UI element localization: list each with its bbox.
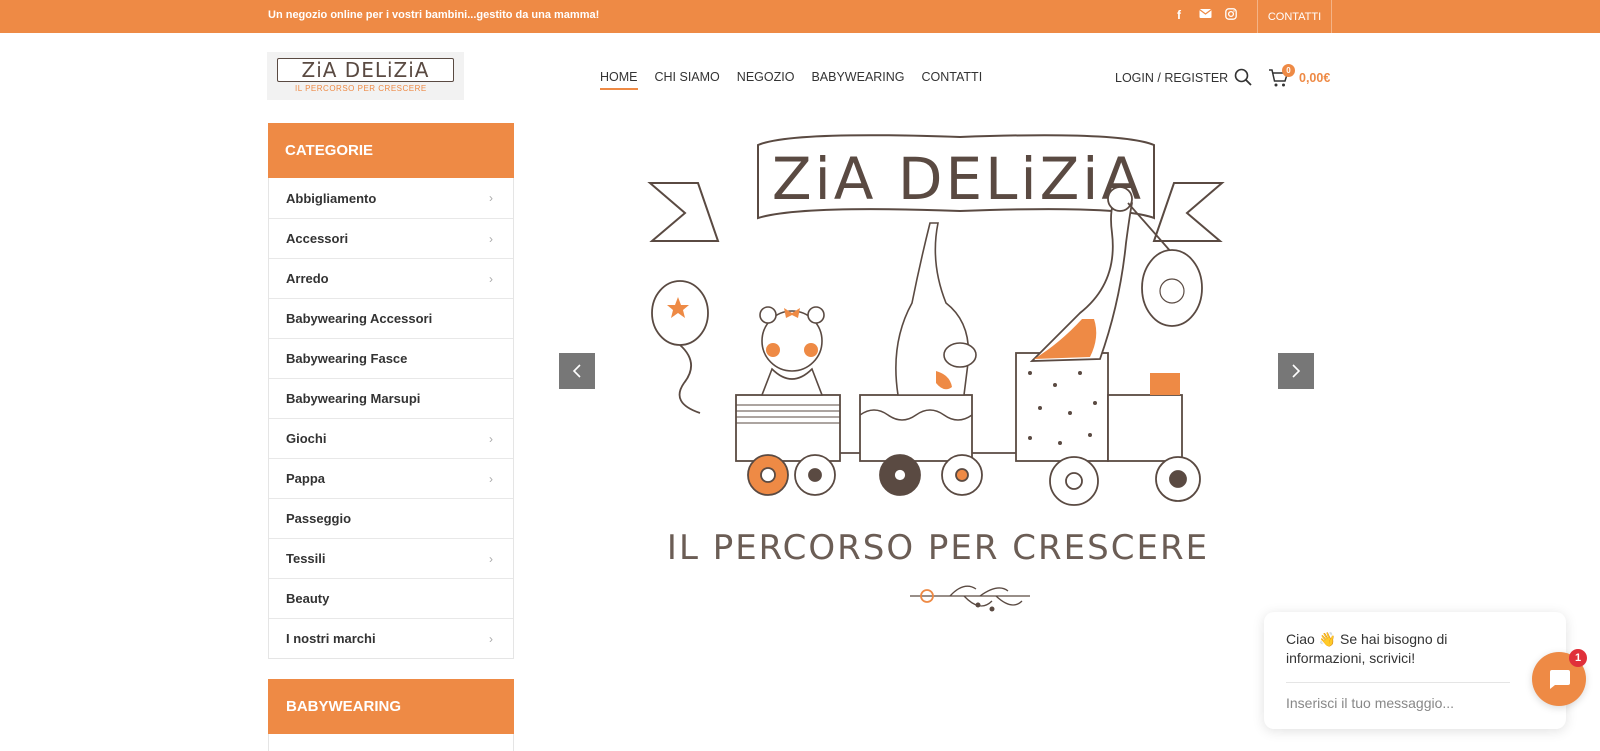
category-label: Babywearing Accessori <box>286 311 433 326</box>
category-label: Abbigliamento <box>286 190 377 206</box>
search-icon[interactable] <box>1234 68 1252 86</box>
logo-subtext: IL PERCORSO PER CRESCERE <box>295 84 427 93</box>
category-label: Tessili <box>286 551 326 566</box>
chat-message-input[interactable]: Inserisci il tuo messaggio... <box>1286 695 1454 711</box>
nav-negozio[interactable]: NEGOZIO <box>737 70 795 90</box>
nav-chi-siamo[interactable]: CHI SIAMO <box>655 70 720 90</box>
chevron-right-icon: › <box>489 191 493 205</box>
nav-home[interactable]: HOME <box>600 70 638 90</box>
facebook-icon[interactable]: f <box>1172 8 1186 23</box>
chat-popup: Ciao 👋 Se hai bisogno di informazioni, s… <box>1264 612 1566 729</box>
category-babywearing-accessori[interactable]: Babywearing Accessori <box>269 298 513 338</box>
categories-sidebar: CATEGORIE Abbigliamento › Accessori › Arre… <box>268 123 514 659</box>
category-arredo[interactable]: Arredo › <box>269 258 513 298</box>
topbar-tagline: Un negozio online per i vostri bambini..… <box>268 9 600 21</box>
category-abbigliamento[interactable]: Abbigliamento › <box>269 178 513 218</box>
slider-prev-button[interactable] <box>559 353 595 389</box>
category-giochi[interactable]: Giochi › <box>269 418 513 458</box>
banner-title: ZiA DELiZiA <box>772 145 1144 213</box>
rabbit <box>895 222 977 396</box>
category-babywearing-marsupi[interactable]: Babywearing Marsupi <box>269 378 513 418</box>
chat-bubble-icon <box>1550 670 1570 689</box>
cart-count-badge: 0 <box>1282 64 1295 77</box>
nav-contatti[interactable]: CONTATTI <box>922 70 983 90</box>
category-label: Pappa <box>286 471 326 486</box>
cart-total[interactable]: 0,00€ <box>1299 71 1330 85</box>
balloon <box>651 280 709 414</box>
category-label: Giochi <box>286 431 327 446</box>
category-passeggio[interactable]: Passeggio <box>269 498 513 538</box>
category-label: Beauty <box>286 591 330 606</box>
topbar-contact-link[interactable]: CONTATTI <box>1257 0 1332 33</box>
login-register-link[interactable]: LOGIN / REGISTER <box>1115 71 1228 85</box>
category-accessori[interactable]: Accessori › <box>269 218 513 258</box>
chat-greeting: Ciao 👋 Se hai bisogno di informazioni, s… <box>1286 631 1448 666</box>
category-label: Arredo <box>286 271 329 286</box>
hero-tagline: IL PERCORSO PER CRESCERE <box>667 528 1209 568</box>
top-bar: Un negozio online per i vostri bambini..… <box>0 0 1600 33</box>
chat-divider <box>1286 682 1510 683</box>
category-label: Passeggio <box>286 511 352 526</box>
babywearing-widget-title: BABYWEARING <box>268 679 514 734</box>
main-nav: HOME CHI SIAMO NEGOZIO BABYWEARING CONTA… <box>600 70 982 90</box>
categories-title: CATEGORIE <box>268 123 514 178</box>
babywearing-widget-body <box>268 734 514 751</box>
chevron-left-icon <box>572 364 581 378</box>
chevron-right-icon: › <box>489 631 493 646</box>
social-icons: f <box>1172 8 1238 23</box>
chevron-right-icon <box>1292 364 1301 378</box>
category-label: Accessori <box>286 231 349 246</box>
chevron-right-icon: › <box>489 431 493 446</box>
category-label: I nostri marchi <box>286 631 376 646</box>
category-label: Babywearing Marsupi <box>286 391 421 406</box>
chevron-right-icon: › <box>489 271 493 286</box>
category-tessili[interactable]: Tessili › <box>269 538 513 578</box>
logo-banner: ZiA DELiZiA <box>277 58 454 82</box>
wheels <box>747 454 1201 506</box>
categories-list: Abbigliamento › Accessori › Arredo › Babywe… <box>268 178 514 659</box>
nav-babywearing[interactable]: BABYWEARING <box>811 70 904 90</box>
slider-next-button[interactable] <box>1278 353 1314 389</box>
chevron-right-icon: › <box>489 551 493 566</box>
hero-illustration: ZiA DELiZiA IL PERCORSO PER CRESCERE <box>647 134 1225 612</box>
category-babywearing-fasce[interactable]: Babywearing Fasce <box>269 338 513 378</box>
category-pappa[interactable]: Pappa › <box>269 458 513 498</box>
chevron-right-icon: › <box>489 231 493 246</box>
site-logo[interactable]: ZiA DELiZiA IL PERCORSO PER CRESCERE <box>267 52 464 100</box>
chevron-right-icon: › <box>489 471 493 486</box>
chat-unread-badge: 1 <box>1569 649 1587 667</box>
category-beauty[interactable]: Beauty <box>269 578 513 618</box>
mail-icon[interactable] <box>1198 8 1212 23</box>
category-nostri-marchi[interactable]: I nostri marchi › <box>269 618 513 658</box>
category-label: Babywearing Fasce <box>286 351 408 366</box>
instagram-icon[interactable] <box>1224 8 1238 23</box>
